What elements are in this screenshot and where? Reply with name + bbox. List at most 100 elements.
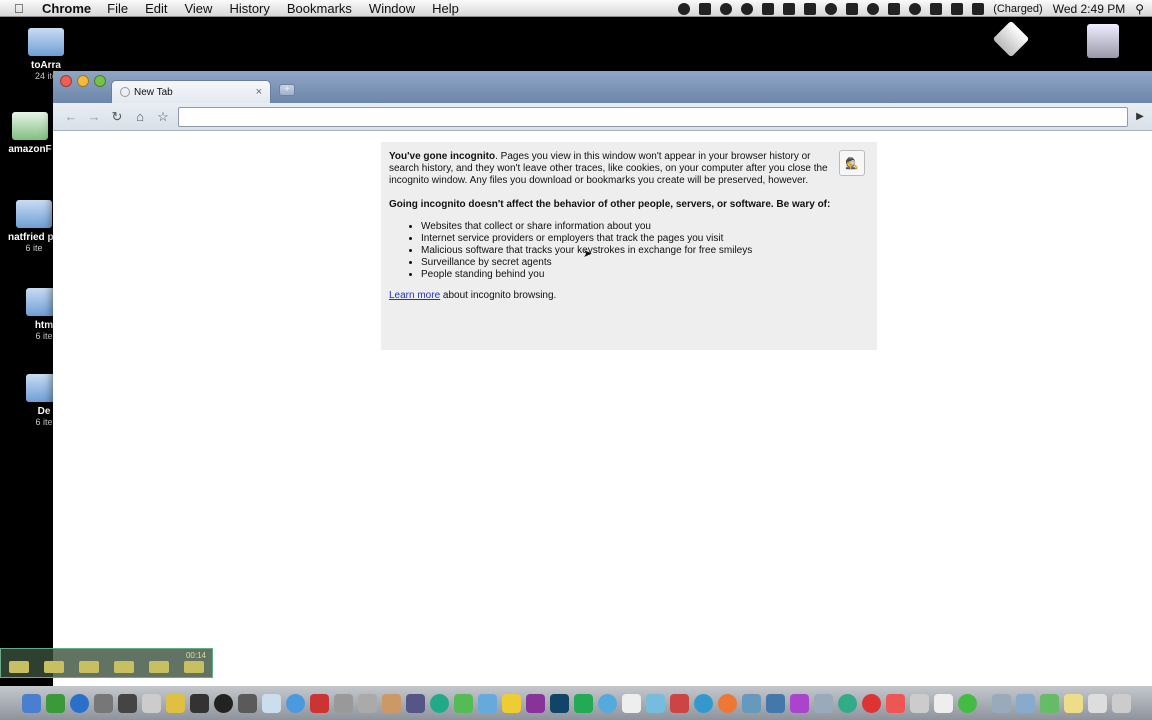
omnibox-input[interactable] [178, 106, 1128, 127]
app-icon[interactable] [382, 693, 401, 713]
app-icon[interactable] [598, 693, 617, 713]
battery-icon[interactable] [972, 2, 985, 15]
menu-history[interactable]: History [229, 1, 269, 16]
flag-icon[interactable] [951, 2, 964, 15]
app-icon[interactable] [430, 693, 449, 713]
app-icon[interactable] [310, 693, 329, 713]
menu-bookmarks[interactable]: Bookmarks [287, 1, 352, 16]
app-icon[interactable] [838, 693, 857, 713]
folder-name: toArra [30, 60, 61, 71]
status-app-icon[interactable] [783, 2, 796, 15]
ichat-icon[interactable] [286, 693, 305, 713]
display-icon[interactable] [888, 2, 901, 15]
desktop-file[interactable]: amazonF [4, 112, 56, 155]
activity-monitor-icon[interactable] [238, 693, 257, 713]
downloads-icon[interactable] [1040, 693, 1059, 713]
app-icon[interactable] [910, 693, 929, 713]
app-icon[interactable] [814, 693, 833, 713]
app-icon[interactable] [478, 693, 497, 713]
clock[interactable]: Wed 2:49 PM [1053, 2, 1125, 16]
status-app-icon[interactable] [741, 2, 754, 15]
app-icon[interactable] [934, 693, 953, 713]
firefox-icon[interactable] [718, 693, 737, 713]
menu-edit[interactable]: Edit [145, 1, 167, 16]
home-icon[interactable]: ⌂ [130, 107, 150, 127]
battery-status[interactable]: (Charged) [993, 3, 1043, 15]
dreamweaver-icon[interactable] [574, 693, 593, 713]
app-icon[interactable] [190, 693, 209, 713]
chrome-icon[interactable] [958, 693, 977, 713]
tab-new-tab[interactable]: New Tab × [111, 80, 271, 103]
app-icon[interactable] [886, 693, 905, 713]
keychain-icon[interactable] [166, 693, 185, 713]
app-icon[interactable] [454, 693, 473, 713]
minimize-window-button[interactable] [77, 75, 89, 87]
go-icon[interactable]: ▶ [1128, 111, 1152, 122]
time-machine-icon[interactable] [867, 2, 880, 15]
spotlight-icon[interactable]: ⚲ [1135, 2, 1144, 16]
status-app-icon[interactable] [804, 2, 817, 15]
menu-view[interactable]: View [184, 1, 212, 16]
hard-disk-icon [1087, 24, 1119, 58]
status-app-icon[interactable] [720, 2, 733, 15]
reload-icon[interactable]: ↻ [107, 107, 127, 127]
app-icon[interactable] [742, 693, 761, 713]
forward-icon[interactable]: → [84, 107, 104, 127]
app-icon[interactable] [214, 693, 233, 713]
status-app-icon[interactable] [699, 2, 712, 15]
finder-icon[interactable] [22, 693, 41, 713]
cancel-icon[interactable] [184, 661, 204, 673]
download-icon[interactable] [114, 661, 134, 673]
app-menu[interactable]: Chrome [42, 1, 91, 16]
desktop-drive[interactable] [985, 20, 1037, 58]
close-window-button[interactable] [60, 75, 72, 87]
apple-menu-icon[interactable]:  [14, 1, 32, 16]
zoom-window-button[interactable] [94, 75, 106, 87]
app-icon[interactable] [46, 693, 65, 713]
back-icon[interactable]: ← [61, 107, 81, 127]
imovie-icon[interactable] [358, 693, 377, 713]
mail-icon[interactable] [262, 693, 281, 713]
menu-file[interactable]: File [107, 1, 128, 16]
pause-icon[interactable] [44, 661, 64, 673]
menu-window[interactable]: Window [369, 1, 415, 16]
spreadsheet-icon [12, 112, 48, 140]
new-tab-button[interactable]: + [279, 84, 295, 96]
stack-icon[interactable] [1016, 693, 1035, 713]
record-icon[interactable] [79, 661, 99, 673]
app-icon[interactable] [526, 693, 545, 713]
photoshop-icon[interactable] [550, 693, 569, 713]
documents-icon[interactable] [1064, 693, 1083, 713]
status-app-icon[interactable] [678, 2, 691, 15]
app-icon[interactable] [670, 693, 689, 713]
trash-icon[interactable] [1112, 693, 1131, 713]
undo-icon[interactable] [149, 661, 169, 673]
stop-icon[interactable] [9, 661, 29, 673]
bookmark-star-icon[interactable]: ☆ [153, 107, 173, 127]
stack-icon[interactable] [992, 693, 1011, 713]
safari-icon[interactable] [70, 693, 89, 713]
app-icon[interactable] [406, 693, 425, 713]
ical-icon[interactable] [622, 693, 641, 713]
app-icon[interactable] [94, 693, 113, 713]
desktop-drive[interactable] [1077, 24, 1129, 62]
sync-icon[interactable] [825, 2, 838, 15]
app-icon[interactable] [790, 693, 809, 713]
app-icon[interactable] [502, 693, 521, 713]
app-icon[interactable] [694, 693, 713, 713]
app-icon[interactable] [1088, 693, 1107, 713]
close-tab-icon[interactable]: × [256, 86, 262, 98]
learn-more-link[interactable]: Learn more [389, 290, 440, 301]
warning-list: Websites that collect or share informati… [421, 221, 831, 281]
app-icon[interactable] [862, 693, 881, 713]
terminal-icon[interactable] [118, 693, 137, 713]
volume-icon[interactable] [930, 2, 943, 15]
app-icon[interactable] [142, 693, 161, 713]
app-icon[interactable] [334, 693, 353, 713]
menu-help[interactable]: Help [432, 1, 459, 16]
itunes-icon[interactable] [646, 693, 665, 713]
status-app-icon[interactable] [762, 2, 775, 15]
wifi-icon[interactable] [909, 2, 922, 15]
app-icon[interactable] [766, 693, 785, 713]
status-app-icon[interactable] [846, 2, 859, 15]
